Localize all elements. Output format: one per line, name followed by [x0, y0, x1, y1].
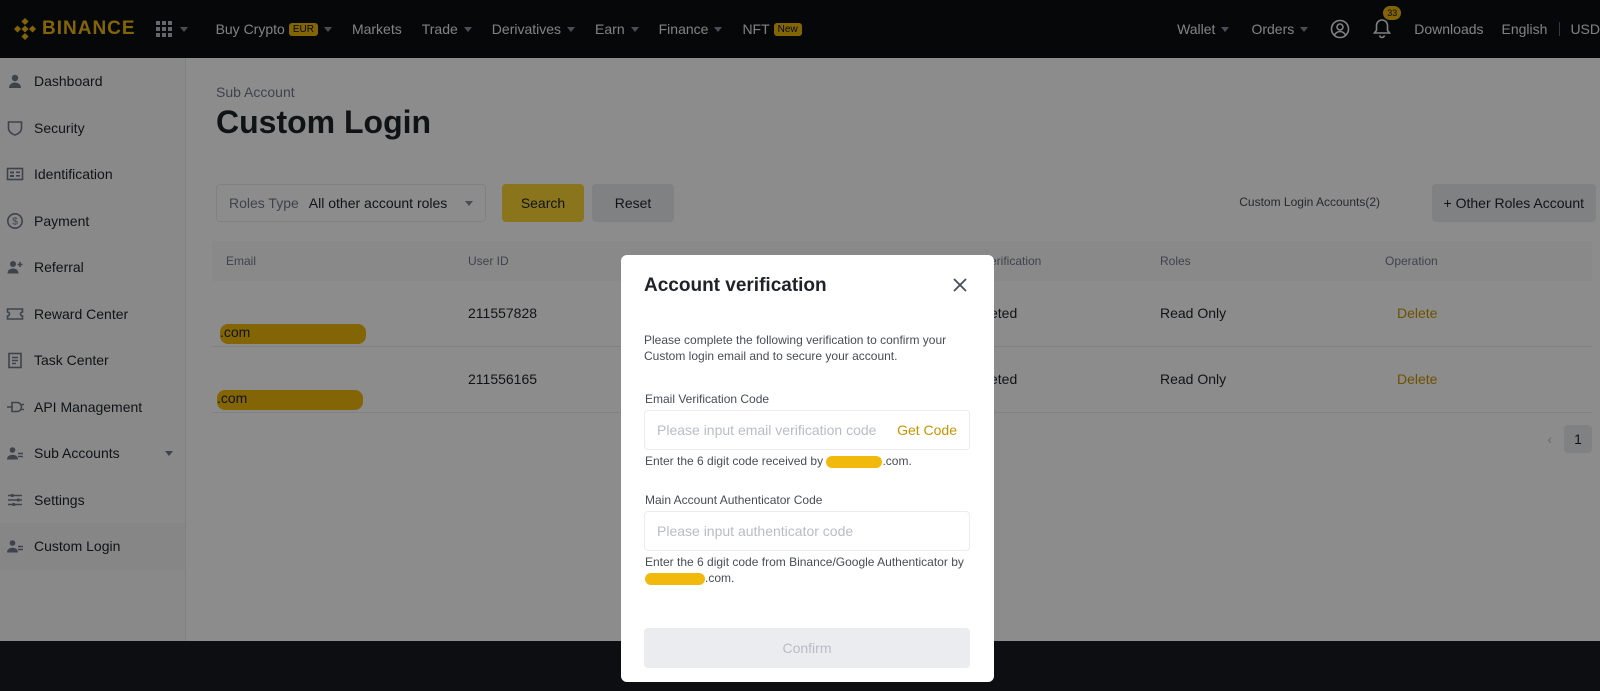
- confirm-button[interactable]: Confirm: [644, 628, 970, 668]
- email-code-input[interactable]: [657, 422, 898, 438]
- authenticator-code-label: Main Account Authenticator Code: [645, 493, 823, 507]
- authenticator-code-field: [644, 511, 970, 551]
- dialog-title: Account verification: [644, 275, 827, 296]
- get-code-button[interactable]: Get Code: [897, 422, 957, 438]
- email-code-label: Email Verification Code: [645, 392, 770, 406]
- dialog-description: Please complete the following verificati…: [644, 333, 947, 363]
- email-code-hint: Enter the 6 digit code received by .com.: [645, 453, 912, 469]
- authenticator-code-hint: Enter the 6 digit code from Binance/Goog…: [645, 554, 975, 586]
- authenticator-code-input[interactable]: [657, 523, 957, 539]
- account-verification-dialog: Account verification Please complete the…: [621, 255, 994, 682]
- hint-text: Enter the 6 digit code received by: [645, 454, 824, 468]
- redacted-email: [645, 572, 705, 585]
- hint-suffix: .com.: [705, 571, 735, 585]
- hint-text: Enter the 6 digit code from Binance/Goog…: [645, 555, 964, 569]
- redacted-email: [826, 455, 883, 468]
- hint-suffix: .com.: [882, 454, 912, 468]
- email-code-field: Get Code: [644, 410, 970, 450]
- close-icon[interactable]: [952, 277, 968, 293]
